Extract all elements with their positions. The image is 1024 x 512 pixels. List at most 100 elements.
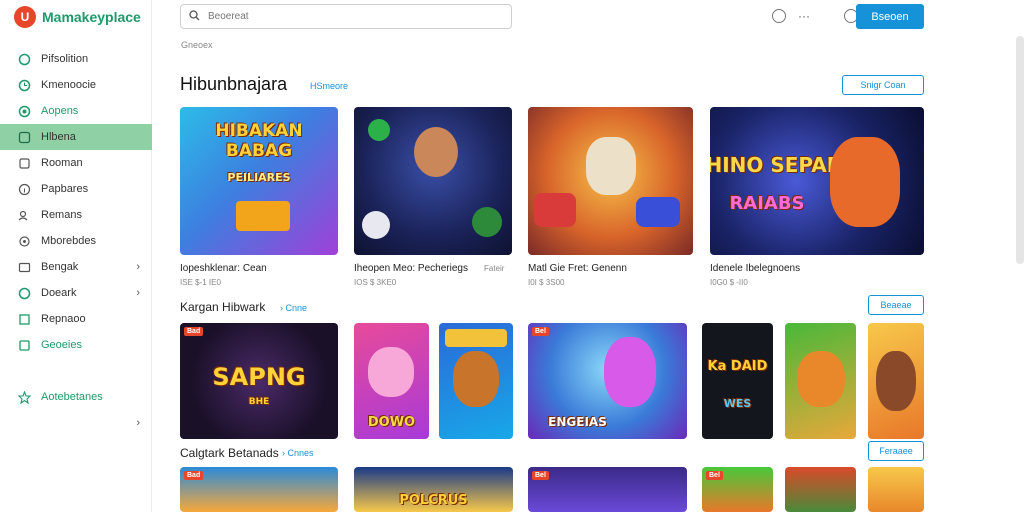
logo-shape [445,329,507,347]
game-card[interactable]: DOWO [354,323,429,439]
art-title: POLCRUS [399,493,468,508]
info-icon [18,183,31,196]
character-shape [368,347,414,397]
search-input[interactable]: Beoereat [180,4,512,29]
art-title: Ka DAID [707,359,768,374]
section-link[interactable]: › Cnnes [282,448,314,458]
section-button[interactable]: Feraaee [868,441,924,461]
art-subtitle: PEILIARES [227,171,291,184]
more-icon[interactable]: ··· [798,9,810,23]
scrollbar[interactable] [1016,36,1024,264]
card-title[interactable]: Iheopen Meo: Pecheriegs [354,263,468,274]
gem-shape [534,193,576,227]
game-card[interactable]: Bad [180,467,338,512]
section-link-label: Cnne [285,303,308,313]
sidebar-item-label: Pifsolition [41,53,89,65]
sidebar-item-label: Papbares [41,183,89,195]
sidebar-item-4[interactable]: Rooman [0,150,152,176]
game-card[interactable]: Bel [528,467,687,512]
game-card[interactable]: Bel ENGEIAS [528,323,687,439]
sidebar-item-label: Kmenoocie [41,79,97,91]
card-badge: Bel [532,327,549,336]
art-subtitle: BHE [248,397,270,407]
sidebar-item-8[interactable]: Bengak › [0,254,152,280]
game-card[interactable]: POLCRUS [354,467,513,512]
game-card[interactable] [785,323,856,439]
game-card[interactable] [868,467,924,512]
game-card[interactable] [785,467,856,512]
section-link[interactable]: › Cnne [280,303,307,313]
sidebar-item-6[interactable]: Remans [0,202,152,228]
chevron-right-icon: › [136,261,140,273]
character-shape [453,351,499,407]
sidebar-item-bottom[interactable]: Aotebetanes [0,384,152,410]
sidebar-item-11[interactable]: Geoeies [0,332,152,358]
star-icon [18,390,31,404]
sidebar-item-2[interactable]: Aopens [0,98,152,124]
game-card[interactable]: Bel [702,467,773,512]
square-icon [18,313,31,326]
treasure-shape [236,201,290,231]
card-badge: Bad [184,471,204,480]
sidebar-item-9[interactable]: Doeark › [0,280,152,306]
image-icon [18,261,31,274]
logo-icon: U [14,6,36,28]
sidebar-bottom: Aotebetanes › [0,384,152,436]
user-icon [18,131,31,144]
sidebar-item-label: Aopens [41,105,79,117]
character-shape [414,127,458,177]
square-icon [18,157,31,170]
sidebar-item-3[interactable]: Hlbena [0,124,152,150]
header-icons: ··· [772,9,858,23]
card-tag: Fateir [484,264,505,273]
gem-shape [472,207,502,237]
character-shape [876,351,916,411]
character-shape [604,337,656,407]
game-art [528,467,687,512]
sidebar-nav: Pifsolition Kmenoocie Aopens Hlbena Room… [0,46,152,358]
game-card[interactable]: Ka DAID WES [702,323,773,439]
sidebar-expand[interactable]: › [0,410,152,436]
card-title[interactable]: Matl Gie Fret: Genenn [528,263,627,274]
card-meta: IOS $ 3KE0 [354,278,397,287]
search-placeholder: Beoereat [208,11,249,22]
card-title[interactable]: Iopeshklenar: Cean [180,263,267,274]
chevron-right-icon: › [136,417,140,429]
section-link[interactable]: HSmeore [310,81,348,91]
settings-icon [18,235,31,248]
game-card[interactable]: Bad SAPNG BHE [180,323,338,439]
sidebar-item-5[interactable]: Papbares [0,176,152,202]
game-card[interactable] [868,323,924,439]
primary-button[interactable]: Bseoen [856,4,924,29]
section-title: Hibunbnajara [180,74,288,94]
game-card[interactable] [439,323,513,439]
people-icon [18,209,31,222]
card-title[interactable]: Idenele Ibelegnoens [710,263,800,274]
card-badge: Bel [706,471,723,480]
section-button[interactable]: Snigr Coan [842,75,924,95]
help-icon[interactable] [772,9,786,23]
sidebar-item-10[interactable]: Repnaoo [0,306,152,332]
character-shape [830,137,900,227]
game-card[interactable]: HIBAKAN BABAG PEILIARES [180,107,338,255]
game-card[interactable]: THINO SEPAR RAIABS [710,107,924,255]
app-name: Mamakeyplace [42,9,141,25]
section-title: Calgtark Betanads [180,446,279,460]
clock-icon [18,79,31,92]
sidebar-item-7[interactable]: Mborebdes [0,228,152,254]
sidebar-item-label: Remans [41,209,82,221]
game-card[interactable] [354,107,512,255]
sidebar-item-label: Bengak [41,261,79,273]
breadcrumb: Gneoex [181,40,213,50]
character-shape [586,137,636,195]
game-art [702,323,773,439]
logo[interactable]: U Mamakeyplace [14,6,141,28]
game-art [180,467,338,512]
section-button[interactable]: Beaeae [868,295,924,315]
sidebar-item-0[interactable]: Pifsolition [0,46,152,72]
game-card[interactable] [528,107,693,255]
sidebar-item-1[interactable]: Kmenoocie [0,72,152,98]
book-icon [18,339,31,352]
card-badge: Bel [532,471,549,480]
card-meta: I0G0 $ -II0 [710,278,748,287]
